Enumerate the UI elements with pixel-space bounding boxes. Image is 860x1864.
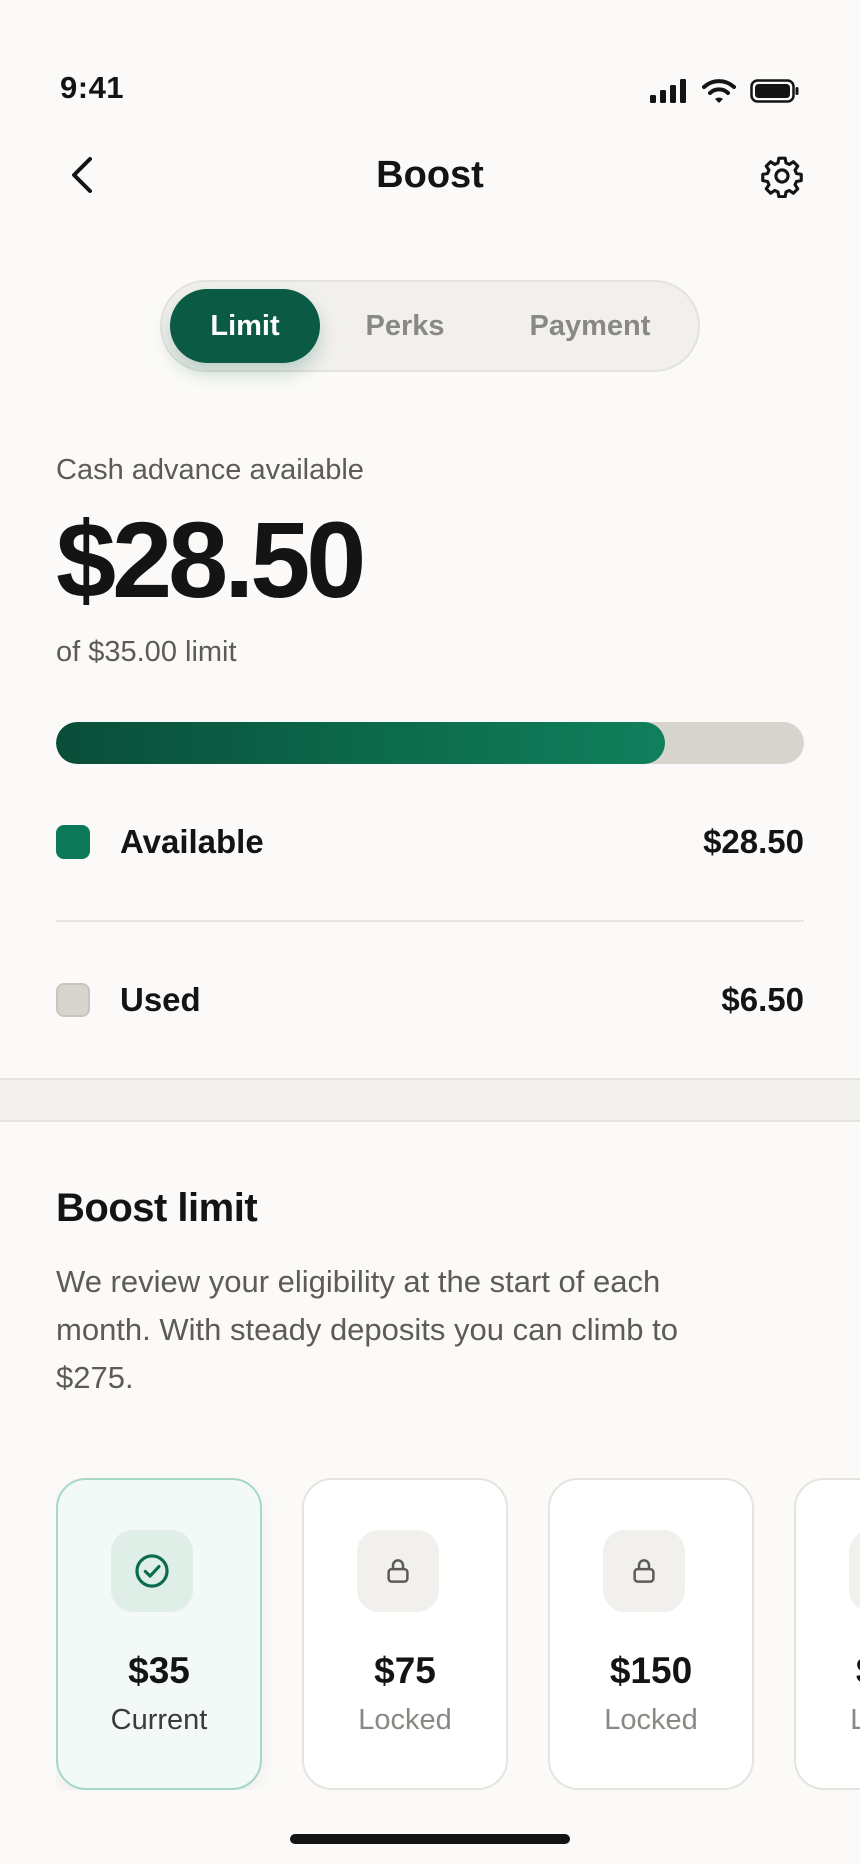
available-amount: $28.50 (56, 499, 366, 620)
available-caption: Cash advance available (56, 454, 364, 486)
tab-perks[interactable]: Perks (320, 289, 490, 363)
progress-fill (56, 722, 665, 764)
legend-value-used: $6.50 (721, 981, 804, 1018)
wifi-icon (702, 79, 736, 103)
tier-amount: $75 (374, 1650, 436, 1691)
status-icons (650, 78, 800, 104)
home-indicator (290, 1834, 570, 1844)
tier-icon-badge (357, 1530, 439, 1612)
tab-limit[interactable]: Limit (170, 289, 320, 363)
page-title: Boost (376, 154, 484, 196)
segmented-control: Limit Perks Payment (160, 280, 700, 372)
tier-card[interactable]: $75 Locked (302, 1478, 508, 1790)
tier-carousel[interactable]: $35 Current $75 Locked $150 Locked L (56, 1478, 860, 1790)
legend-value-available: $28.50 (703, 823, 804, 860)
check-circle-icon (135, 1554, 169, 1588)
tier-status: Current (110, 1704, 208, 1736)
tier-icon-badge (603, 1530, 685, 1612)
tier-icon-badge (849, 1530, 860, 1612)
tier-amount: $35 (128, 1650, 190, 1691)
legend-label-available: Available (120, 823, 264, 860)
tier-card[interactable]: $150 Locked (548, 1478, 754, 1790)
tier-status: Locked (850, 1704, 860, 1736)
tier-icon-badge (111, 1530, 193, 1612)
legend-row-available: Available $28.50 (56, 812, 804, 872)
settings-button[interactable] (756, 150, 808, 202)
tier-amount: $150 (609, 1650, 693, 1691)
limit-text: of $35.00 limit (56, 636, 237, 668)
gear-icon (761, 156, 803, 198)
available-swatch (56, 825, 90, 859)
lock-icon (633, 1559, 655, 1583)
legend-label-used: Used (120, 981, 201, 1018)
boost-limit-title: Boost limit (56, 1186, 258, 1230)
limit-progress-bar (56, 722, 804, 764)
status-time: 9:41 (60, 70, 125, 105)
tier-amount: $275 (796, 1650, 860, 1692)
battery-icon (750, 79, 799, 103)
tab-payment[interactable]: Payment (490, 289, 690, 363)
nav-bar: Boost (0, 140, 860, 212)
section-separator (0, 1078, 860, 1122)
tier-status: Locked (604, 1704, 698, 1736)
tier-card[interactable]: $275 Locked (794, 1478, 860, 1790)
divider (56, 920, 804, 922)
cellular-signal-icon (650, 79, 686, 103)
lock-icon (387, 1559, 409, 1583)
boost-limit-description: We review your eligibility at the start … (56, 1264, 679, 1395)
used-swatch (56, 983, 90, 1017)
status-bar: 9:41 (0, 0, 860, 130)
tier-card-current[interactable]: $35 Current (56, 1478, 262, 1790)
tier-status: Locked (358, 1704, 452, 1736)
legend-row-used: Used $6.50 (56, 970, 804, 1030)
boost-screen: 9:41 Boost Limit Perks Payment Cash adva… (0, 0, 860, 1864)
